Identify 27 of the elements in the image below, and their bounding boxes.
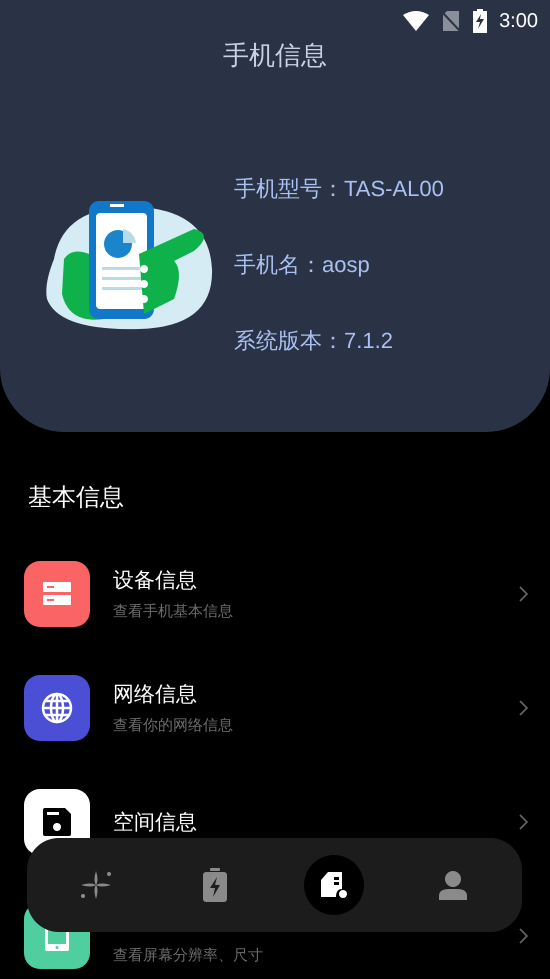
- server-icon: [43, 582, 71, 606]
- page-title: 手机信息: [222, 40, 328, 73]
- battery-charging-icon: [473, 9, 488, 33]
- sparkle-icon: [79, 869, 114, 901]
- item-subtitle: 查看手机基本信息: [113, 601, 234, 621]
- globe-icon: [41, 692, 73, 724]
- item-title[interactable]: 设备信息: [113, 567, 519, 593]
- server-tile[interactable]: [24, 561, 90, 627]
- battery-icon: [203, 868, 228, 902]
- no-sim-icon: [441, 10, 462, 32]
- item-subtitle: 查看屏幕分辨率、尺寸: [113, 945, 264, 965]
- item-title[interactable]: 空间信息: [113, 809, 519, 835]
- device-info-icon: [320, 871, 348, 899]
- info-text: 系统版本：7.1.2: [234, 327, 394, 355]
- wifi-icon: [403, 11, 430, 31]
- info-text: 手机型号：TAS-AL00: [234, 175, 444, 203]
- chevron-right-icon[interactable]: [519, 928, 528, 944]
- chevron-right-icon[interactable]: [519, 586, 528, 602]
- item-title[interactable]: 网络信息: [113, 681, 519, 707]
- info-text: 手机名：aosp: [234, 251, 371, 279]
- status-time: 3:00: [499, 10, 538, 32]
- item-subtitle: 查看你的网络信息: [113, 715, 234, 735]
- globe-tile[interactable]: [24, 675, 90, 741]
- person-icon: [438, 870, 467, 900]
- section-title: 基本信息: [27, 482, 125, 513]
- chevron-right-icon[interactable]: [519, 700, 528, 716]
- chevron-right-icon[interactable]: [519, 814, 528, 830]
